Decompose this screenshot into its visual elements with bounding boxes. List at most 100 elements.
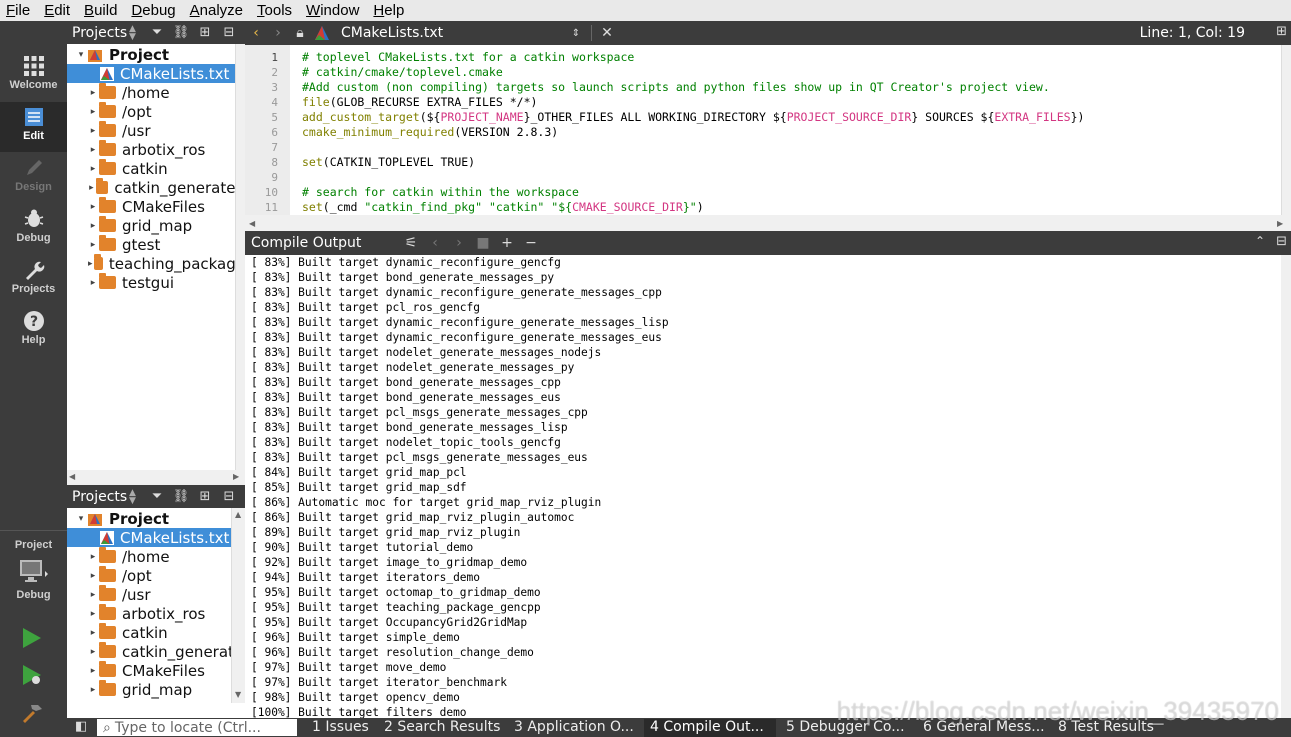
compile-output-text[interactable]: [ 83%] Built target dynamic_reconfigure_… [245, 255, 1281, 718]
expand-arrow-icon[interactable]: ▸ [87, 609, 99, 619]
collapse-arrow-icon[interactable]: ▾ [75, 514, 87, 524]
scroll-up-arrow-icon[interactable]: ▲ [235, 510, 241, 519]
link-icon[interactable]: ⛓ [169, 25, 193, 40]
mode-debug[interactable]: Debug [0, 204, 67, 254]
prev-item-icon[interactable]: ‹ [423, 235, 447, 251]
expand-arrow-icon[interactable]: ▸ [87, 88, 99, 98]
debug-run-button[interactable] [20, 663, 44, 687]
split-editor-icon[interactable]: ⊞ [1276, 24, 1287, 39]
expand-arrow-icon[interactable]: ▸ [87, 164, 99, 174]
broom-icon[interactable]: ⚟ [399, 235, 423, 251]
expand-arrow-icon[interactable]: ▸ [87, 183, 96, 193]
expand-arrow-icon[interactable]: ▸ [87, 107, 99, 117]
tree-item[interactable]: ▾ Project [67, 45, 245, 64]
collapse-arrow-icon[interactable]: ▾ [75, 50, 87, 60]
menu-item[interactable]: File [6, 2, 30, 19]
tree-item[interactable]: ▸ grid_map [67, 216, 245, 235]
mode-projects[interactable]: Projects [0, 255, 67, 305]
close-output-icon[interactable]: ⊟ [1276, 234, 1287, 249]
filter-icon[interactable]: ⏷ [145, 25, 169, 40]
scroll-right-arrow-icon[interactable]: ▶ [1277, 219, 1283, 228]
stop-icon[interactable]: ■ [471, 235, 495, 251]
close-pane-icon[interactable]: ⊟ [217, 489, 241, 504]
expand-arrow-icon[interactable]: ▸ [87, 571, 99, 581]
menu-item[interactable]: Analyze [190, 2, 243, 19]
split-icon[interactable]: ⊞ [193, 489, 217, 504]
tree-item[interactable]: ▸ /opt [67, 102, 245, 121]
zoom-in-icon[interactable]: + [495, 235, 519, 251]
tree-item[interactable]: CMakeLists.txt [67, 528, 245, 547]
updown-arrows-icon[interactable]: ▲ ▼ [129, 24, 145, 41]
output-tab[interactable]: 3 Application O... [508, 719, 640, 737]
menu-item[interactable]: Window [306, 2, 359, 19]
scroll-right-arrow-icon[interactable]: ▶ [233, 472, 239, 481]
expand-arrow-icon[interactable]: ▸ [87, 145, 99, 155]
tree-item[interactable]: ▸ /usr [67, 585, 245, 604]
editor-filename[interactable]: CMakeLists.txt [341, 25, 565, 41]
link-icon[interactable]: ⛓ [169, 489, 193, 504]
tree-top-hscroll[interactable]: ◀ ▶ [67, 470, 245, 483]
tree-item[interactable]: ▸ catkin [67, 159, 245, 178]
tree-item[interactable]: ▸ catkin [67, 623, 245, 642]
expand-arrow-icon[interactable]: ▸ [87, 259, 94, 269]
output-tab[interactable]: 1 Issues [306, 719, 374, 737]
tree-item[interactable]: ▸ catkin_generated [67, 178, 245, 197]
cursor-position[interactable]: Line: 1, Col: 19 [1140, 25, 1245, 41]
output-tab[interactable]: 4 Compile Out... [644, 719, 776, 737]
expand-arrow-icon[interactable]: ▸ [87, 628, 99, 638]
editor-vscroll[interactable] [1281, 45, 1291, 215]
tree-item[interactable]: ▸ testgui [67, 273, 245, 292]
tree-top-vscroll[interactable] [235, 44, 245, 470]
menu-item[interactable]: Debug [131, 2, 175, 19]
output-tab[interactable]: 2 Search Results [378, 719, 504, 737]
close-file-icon[interactable]: ✕ [596, 25, 618, 41]
build-button[interactable] [20, 701, 44, 725]
expand-arrow-icon[interactable]: ▸ [87, 221, 99, 231]
tree-item[interactable]: ▸ arbotix_ros [67, 604, 245, 623]
menu-item[interactable]: Tools [257, 2, 292, 19]
maximize-pane-icon[interactable]: ⌃ [1255, 234, 1265, 248]
projects-pane2-title[interactable]: Projects [67, 489, 129, 505]
close-pane-icon[interactable]: ⊟ [217, 25, 241, 40]
zoom-out-icon[interactable]: − [519, 235, 543, 251]
tree-item[interactable]: ▸ gtest [67, 235, 245, 254]
tree-item[interactable]: ▸ /home [67, 83, 245, 102]
tree-item[interactable]: ▸ /home [67, 547, 245, 566]
menu-item[interactable]: Help [373, 2, 404, 19]
scroll-left-arrow-icon[interactable]: ◀ [249, 219, 255, 228]
tree-item[interactable]: ▸ /usr [67, 121, 245, 140]
target-selector[interactable] [19, 558, 49, 586]
updown-arrows-icon[interactable]: ▲ ▼ [129, 488, 145, 505]
tree-item[interactable]: ▸ teaching_package [67, 254, 245, 273]
expand-arrow-icon[interactable]: ▸ [87, 552, 99, 562]
expand-arrow-icon[interactable]: ▸ [87, 685, 99, 695]
output-vscroll[interactable] [1281, 255, 1291, 718]
back-arrow-icon[interactable]: ‹ [245, 25, 267, 41]
locator-input[interactable]: ⌕ Type to locate (Ctrl... [97, 719, 297, 736]
mode-edit[interactable]: Edit [0, 102, 67, 152]
filter-icon[interactable]: ⏷ [145, 489, 169, 504]
run-button[interactable] [20, 626, 44, 650]
toggle-sidebar-icon[interactable]: ◧ [75, 719, 87, 734]
tree-item[interactable]: ▸ CMakeFiles [67, 197, 245, 216]
tree-item[interactable]: CMakeLists.txt [67, 64, 245, 83]
scroll-down-arrow-icon[interactable]: ▼ [235, 690, 241, 699]
expand-arrow-icon[interactable]: ▸ [87, 647, 99, 657]
tree-item[interactable]: ▸ /opt [67, 566, 245, 585]
split-icon[interactable]: ⊞ [193, 25, 217, 40]
tree-item[interactable]: ▸ grid_map [67, 680, 245, 699]
mode-help[interactable]: ? Help [0, 306, 67, 356]
expand-arrow-icon[interactable]: ▸ [87, 240, 99, 250]
expand-arrow-icon[interactable]: ▸ [87, 126, 99, 136]
tree-item[interactable]: ▸ catkin_generat [67, 642, 245, 661]
expand-arrow-icon[interactable]: ▸ [87, 590, 99, 600]
menu-item[interactable]: Build [84, 2, 117, 19]
mode-welcome[interactable]: Welcome [0, 51, 67, 101]
expand-arrow-icon[interactable]: ▸ [87, 202, 99, 212]
file-dropdown-icon[interactable]: ⇕ [565, 28, 587, 39]
mode-design[interactable]: Design [0, 153, 67, 203]
menu-item[interactable]: Edit [44, 2, 70, 19]
tree-item[interactable]: ▸ arbotix_ros [67, 140, 245, 159]
editor-hscroll[interactable]: ◀ ▶ [245, 215, 1291, 231]
forward-arrow-icon[interactable]: › [267, 25, 289, 41]
